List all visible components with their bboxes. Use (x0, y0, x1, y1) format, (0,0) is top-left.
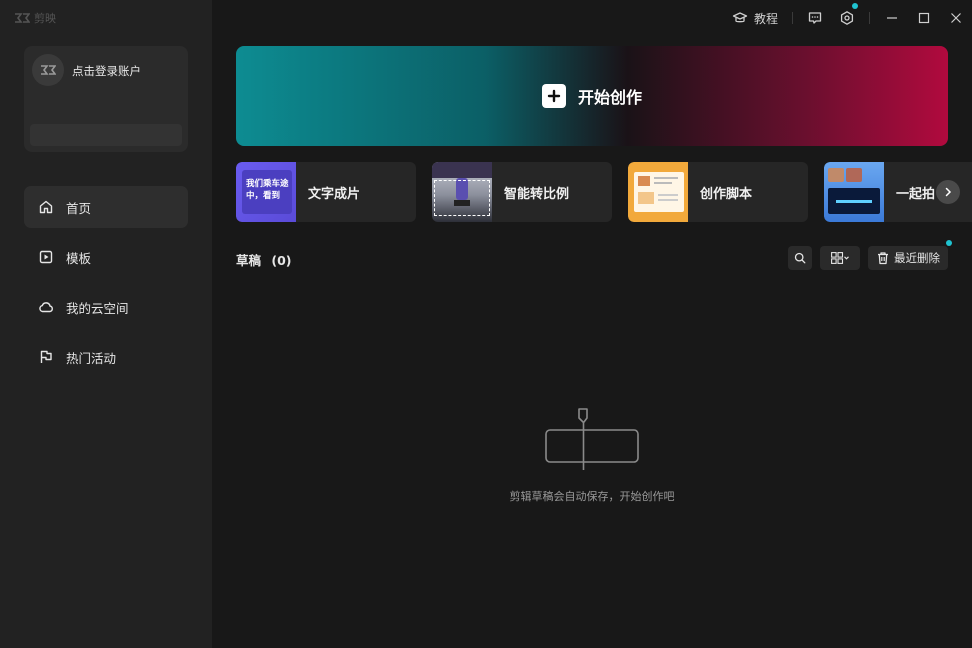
grid-view-icon (831, 252, 849, 264)
tool-text-to-video[interactable]: 我们乘车途中，看到 文字成片 (236, 162, 416, 222)
notification-dot (852, 3, 858, 9)
sidebar-item-home[interactable]: 首页 (24, 186, 188, 228)
titlebar-separator (869, 12, 870, 24)
feedback-button[interactable] (799, 0, 831, 36)
sidebar-item-events[interactable]: 热门活动 (24, 336, 188, 378)
app-logo-text: 剪映 (34, 12, 56, 25)
tutorial-label: 教程 (753, 11, 778, 26)
sidebar-item-label: 我的云空间 (66, 300, 129, 316)
recent-delete-label: 最近删除 (894, 251, 940, 265)
tool-cards: 我们乘车途中，看到 文字成片 智能转比例 创作脚本 一起拍 (236, 162, 972, 222)
tool-label: 智能转比例 (504, 186, 570, 202)
drafts-title: 草稿 (236, 253, 262, 268)
notification-dot (946, 240, 952, 246)
drafts-heading: 草稿 (0) (236, 250, 292, 269)
template-icon (38, 249, 54, 265)
cloud-icon (38, 299, 54, 315)
sidebar-item-label: 首页 (66, 200, 92, 216)
login-card[interactable]: 点击登录账户 (24, 46, 188, 152)
avatar[interactable] (32, 54, 64, 86)
create-script-thumbnail (628, 162, 688, 222)
login-link[interactable]: 点击登录账户 (72, 63, 141, 79)
capcut-logo-icon (15, 13, 30, 23)
recent-delete-button[interactable]: 最近删除 (868, 240, 952, 270)
search-icon (794, 252, 806, 264)
close-icon (951, 13, 961, 23)
plus-icon (541, 84, 566, 108)
drafts-count: (0) (271, 253, 292, 268)
tool-create-script[interactable]: 创作脚本 (628, 162, 808, 222)
home-icon (38, 199, 54, 215)
drafts-toolbar: 最近删除 (788, 240, 952, 270)
start-creating-label: 开始创作 (577, 88, 642, 107)
start-creating-button[interactable]: 开始创作 (236, 46, 948, 146)
tool-smart-ratio[interactable]: 智能转比例 (432, 162, 612, 222)
sidebar-item-label: 热门活动 (66, 350, 117, 366)
search-button[interactable] (788, 246, 812, 270)
scroll-right-button[interactable] (936, 180, 960, 204)
thumbnail-text: 我们乘车途中，看到 (246, 179, 289, 201)
trash-icon (878, 252, 888, 265)
flag-icon (38, 349, 54, 365)
maximize-icon (918, 12, 930, 24)
login-placeholder-bar (30, 124, 182, 146)
maximize-button[interactable] (908, 0, 940, 36)
shoot-together-thumbnail (824, 162, 884, 222)
empty-drafts-text: 剪辑草稿会自动保存，开始创作吧 (509, 490, 675, 503)
settings-button[interactable] (831, 0, 863, 36)
text-to-video-thumbnail: 我们乘车途中，看到 (236, 162, 296, 222)
sidebar-nav: 首页 模板 我的云空间 热门活动 (24, 186, 188, 386)
tool-label: 文字成片 (308, 186, 361, 202)
feedback-icon (808, 12, 822, 24)
minimize-button[interactable] (876, 0, 908, 36)
tool-label: 创作脚本 (700, 186, 753, 202)
app-logo: 剪映 (14, 10, 56, 26)
capcut-avatar-icon (41, 65, 56, 75)
tool-label: 一起拍 (896, 186, 936, 202)
sidebar-item-template[interactable]: 模板 (24, 236, 188, 278)
close-button[interactable] (940, 0, 972, 36)
minimize-icon (887, 17, 897, 19)
graduation-cap-icon (732, 12, 748, 23)
sidebar-item-label: 模板 (66, 250, 92, 266)
settings-icon (840, 11, 854, 25)
sidebar-item-cloud[interactable]: 我的云空间 (24, 286, 188, 328)
chevron-right-icon (945, 187, 952, 197)
view-mode-button[interactable] (820, 246, 860, 270)
titlebar-controls: 教程 (732, 0, 972, 36)
sidebar: 剪映 点击登录账户 首页 模板 我的云空间 热门活动 (0, 0, 212, 648)
titlebar-separator (792, 12, 793, 24)
tutorial-button[interactable]: 教程 (732, 10, 778, 27)
empty-drafts-illustration (544, 406, 640, 472)
smart-ratio-thumbnail (432, 162, 492, 222)
